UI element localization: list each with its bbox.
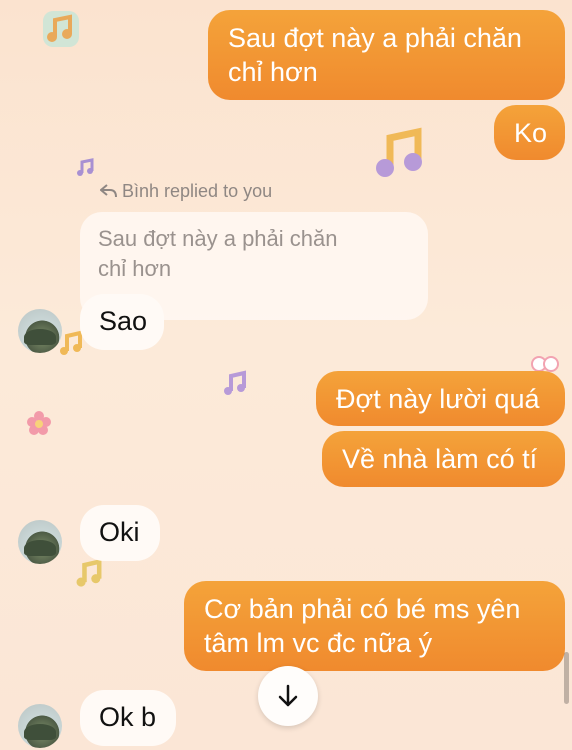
- outgoing-message[interactable]: Đợt này lười quá: [316, 371, 565, 426]
- incoming-message[interactable]: Sao: [80, 294, 164, 350]
- music-note-icon: [43, 11, 79, 47]
- outgoing-message[interactable]: Về nhà làm có tí: [322, 431, 565, 487]
- outgoing-message[interactable]: Sau đợt này a phải chăn chỉ hơn: [208, 10, 565, 100]
- incoming-message[interactable]: Oki: [80, 505, 160, 561]
- scrollbar[interactable]: [564, 652, 569, 704]
- outgoing-message[interactable]: Cơ bản phải có bé ms yên tâm lm vc đc nữ…: [184, 581, 565, 671]
- arrow-down-icon: [278, 684, 298, 707]
- reply-arrow-icon: [99, 184, 117, 198]
- scroll-to-bottom-button[interactable]: [258, 666, 318, 726]
- music-note-icon: [224, 370, 246, 395]
- reply-label-text: Bình replied to you: [122, 181, 273, 201]
- avatar[interactable]: [18, 309, 62, 353]
- avatar[interactable]: [18, 520, 62, 564]
- incoming-message[interactable]: Ok b: [80, 690, 176, 746]
- flower-icon: [27, 411, 51, 435]
- reply-label: Bình replied to you: [99, 181, 273, 202]
- avatar[interactable]: [18, 704, 62, 748]
- music-note-icon: [76, 558, 102, 587]
- music-note-icon: [77, 158, 94, 176]
- outgoing-message[interactable]: Ko: [494, 105, 565, 160]
- music-note-icon: [376, 127, 422, 177]
